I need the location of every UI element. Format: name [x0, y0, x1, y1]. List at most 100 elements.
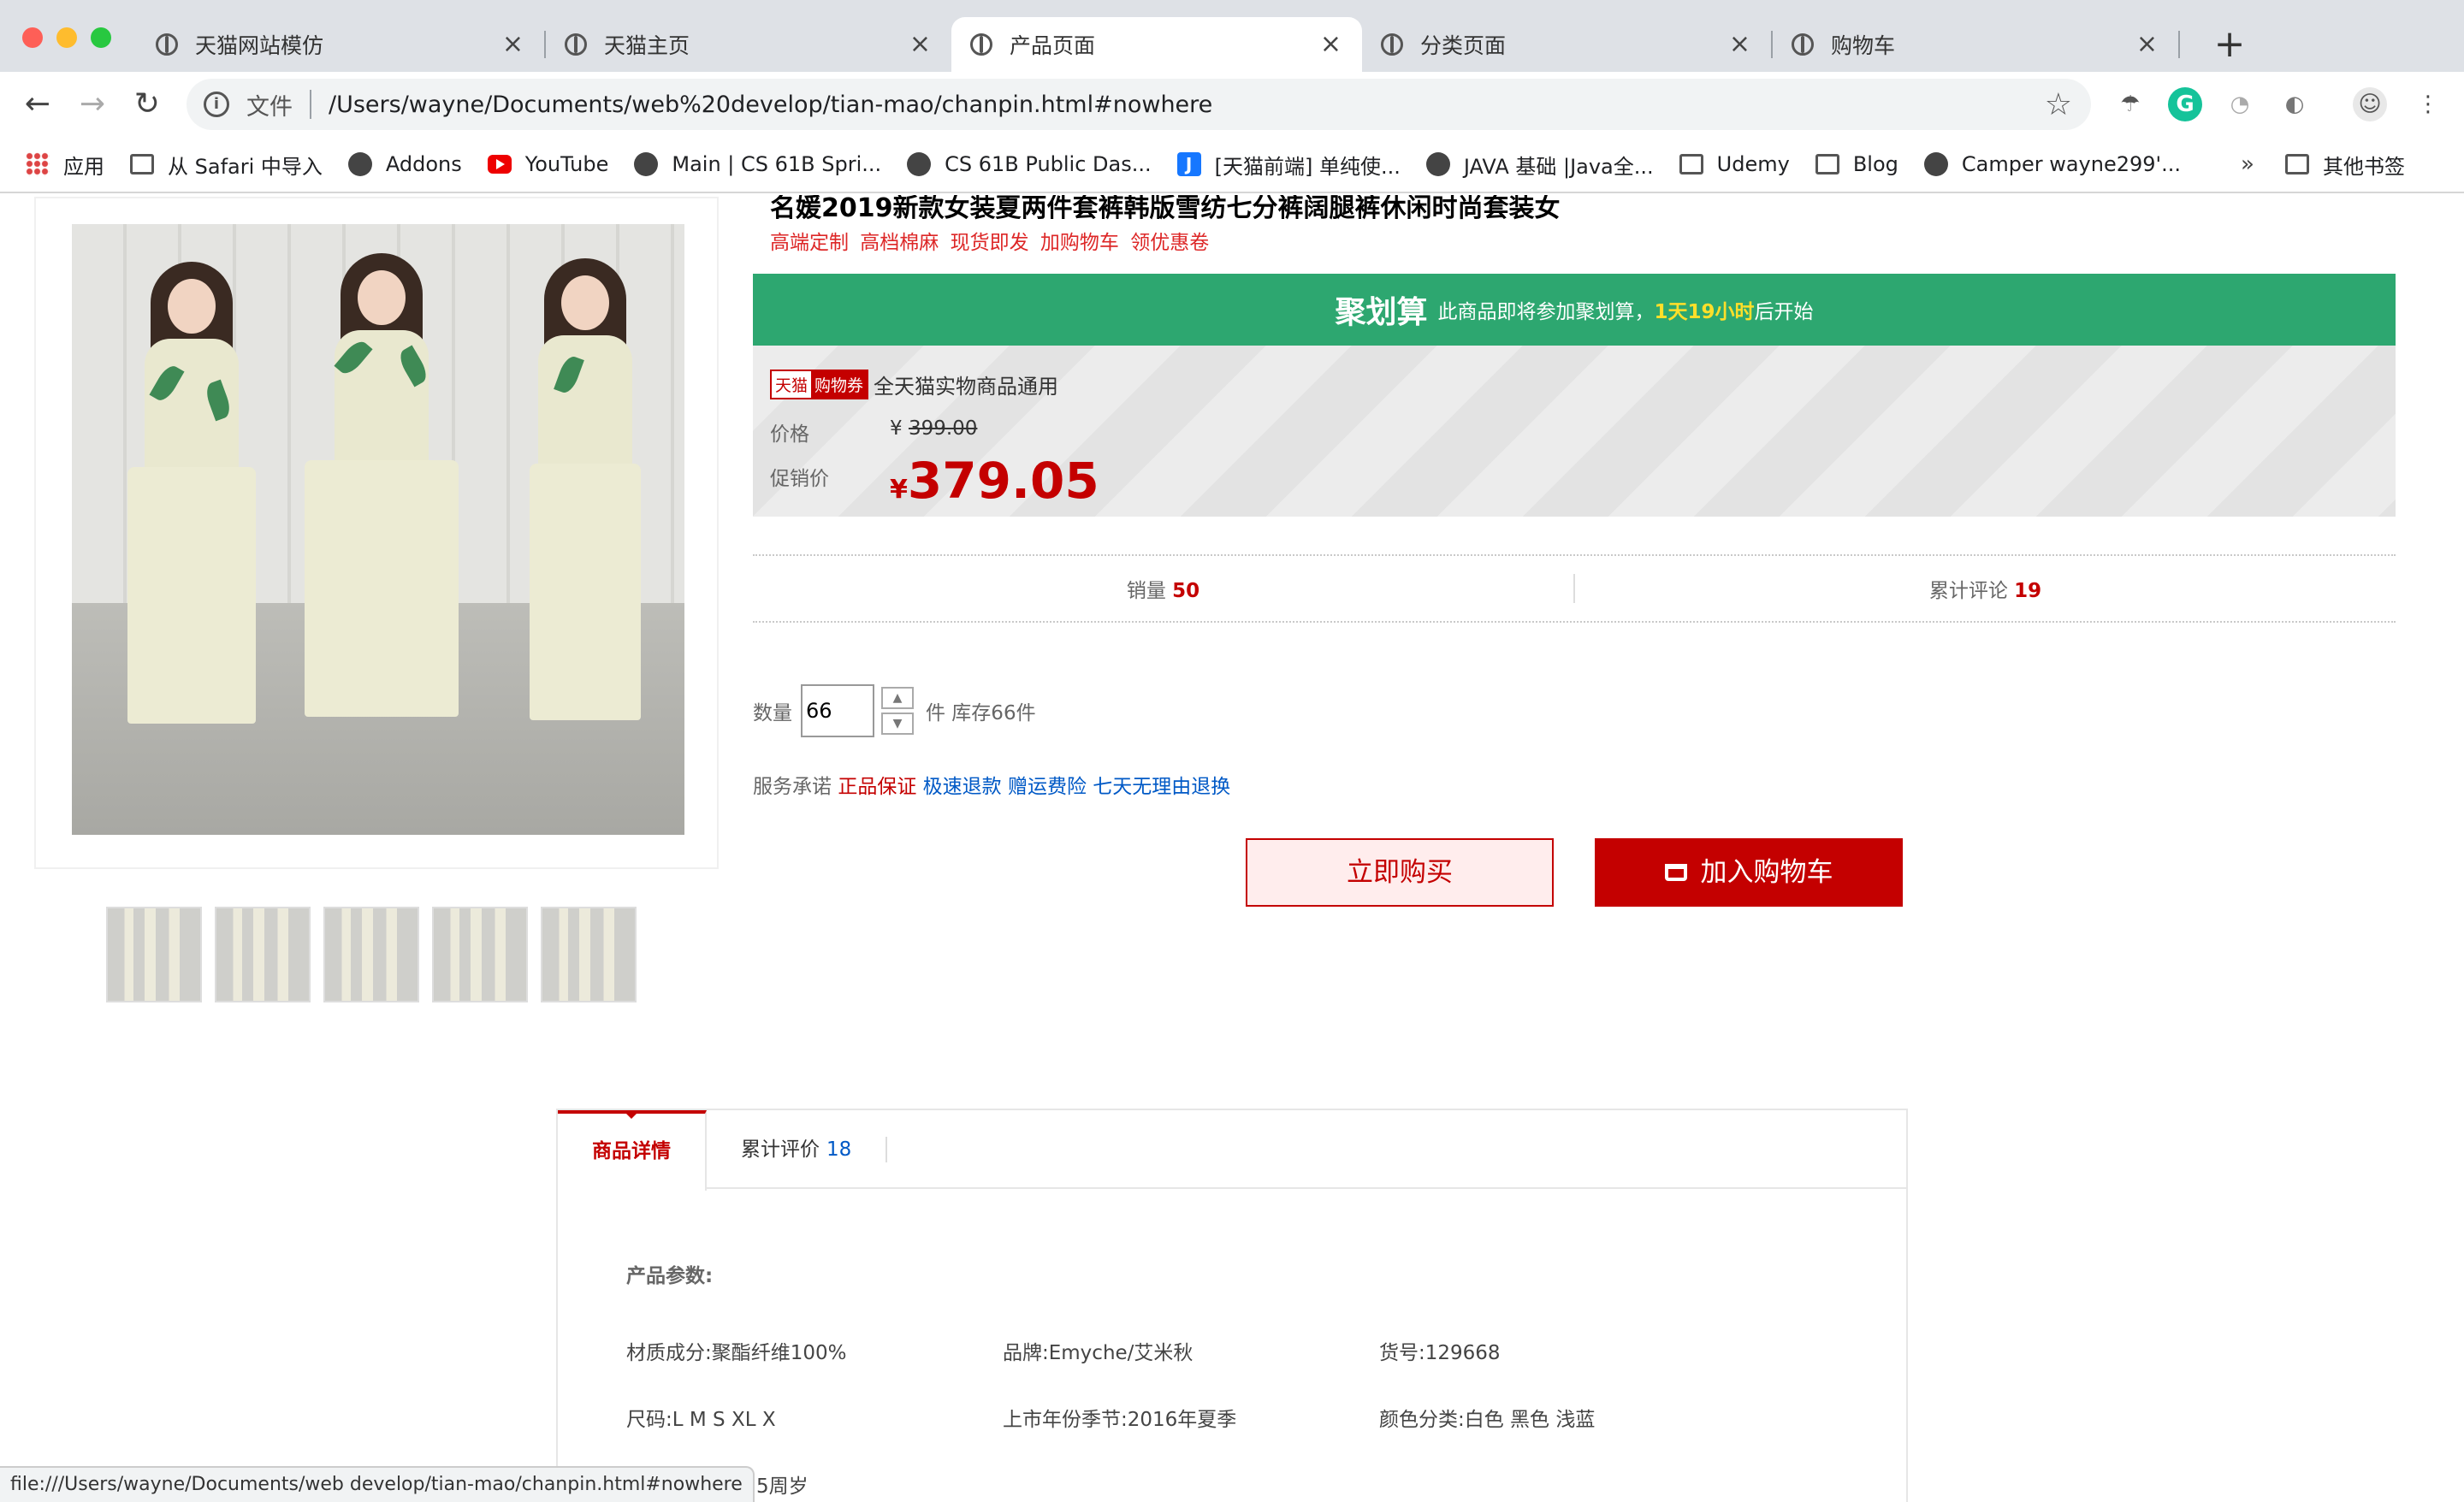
browser-tab[interactable]: 购物车 × [1773, 17, 2178, 72]
bookmark-item[interactable]: YouTube [487, 152, 608, 176]
bookmark-item[interactable]: Main | CS 61B Spri... [634, 152, 881, 176]
service-item[interactable]: 七天无理由退换 [1093, 776, 1230, 798]
param-item: 品牌:Emyche/艾米秋 [1003, 1342, 1194, 1364]
browser-tab-active[interactable]: 产品页面 × [951, 17, 1362, 72]
param-item: 尺码:L M S XL X [626, 1409, 776, 1431]
quantity-stepper: ▲ ▼ [881, 685, 914, 736]
tab-divider [2178, 31, 2180, 58]
tab-close-icon[interactable]: × [2136, 32, 2158, 57]
new-tab-button[interactable]: + [2204, 19, 2255, 70]
chevron-down-icon[interactable]: ▼ [881, 713, 914, 735]
service-item[interactable]: 赠运费险 [1008, 776, 1087, 798]
sales-stats: 销量 50 累计评论 19 [753, 554, 2396, 623]
promo-price: ¥379.05 [890, 452, 1099, 510]
back-arrow-icon[interactable]: ← [17, 84, 58, 125]
browser-toolbar: ← → ↻ i 文件 /Users/wayne/Documents/web%20… [0, 72, 2464, 137]
param-item: 上市年份季节:2016年夏季 [1003, 1409, 1237, 1431]
detail-tabs: 商品详情 累计评价 18 [558, 1110, 1906, 1191]
bookmark-item[interactable]: Blog [1815, 152, 1898, 176]
menu-kebab-icon[interactable]: ⋮ [2411, 87, 2445, 121]
apps-icon [26, 152, 50, 176]
browser-tab[interactable]: 天猫主页 × [546, 17, 951, 72]
bookmarks-bar: 应用 从 Safari 中导入 Addons YouTube Main | CS… [0, 137, 2464, 193]
globe-icon [156, 33, 178, 56]
juhuasuan-banner: 聚划算 此商品即将参加聚划算， 1天19小时 后开始 [753, 274, 2396, 346]
product-title: 名媛2019新款女装夏两件套裤韩版雪纺七分裤阔腿裤休闲时尚套装女 [770, 195, 1561, 223]
globe-icon [907, 152, 932, 176]
status-bar-url: file:///Users/wayne/Documents/web develo… [0, 1466, 755, 1502]
param-item: 颜色分类:白色 黑色 浅蓝 [1379, 1409, 1596, 1431]
tab-divider [886, 1137, 888, 1162]
other-bookmarks-folder[interactable]: 其他书签 [2284, 150, 2405, 180]
thumbnail-image[interactable] [323, 907, 419, 1002]
thumbnail-image[interactable] [541, 907, 637, 1002]
thumbnail-image[interactable] [432, 907, 528, 1002]
tab-product-details[interactable]: 商品详情 [558, 1110, 707, 1191]
coupon-row: 天猫 购物券 全天猫实物商品通用 [770, 370, 1058, 399]
bookmarks-overflow-button[interactable]: » [2241, 151, 2254, 177]
bookmark-item[interactable]: Addons [347, 152, 462, 176]
add-to-cart-button[interactable]: 加入购物车 [1595, 838, 1903, 907]
minimize-window-button[interactable] [56, 27, 77, 48]
globe-icon [634, 152, 659, 176]
close-window-button[interactable] [22, 27, 43, 48]
bookmark-star-icon[interactable]: ☆ [2045, 87, 2072, 122]
model-figure [500, 236, 671, 835]
browser-tab[interactable]: 分类页面 × [1362, 17, 1771, 72]
service-item[interactable]: 极速退款 [923, 776, 1002, 798]
juhuasuan-text: 此商品即将参加聚划算， [1437, 301, 1655, 323]
address-scheme-label: 文件 [246, 93, 293, 121]
bookmark-item[interactable]: Udemy [1679, 152, 1790, 176]
bookmark-item[interactable]: JAVA 基础 |Java全... [1425, 150, 1654, 180]
product-detail-panel: 商品详情 累计评价 18 产品参数: 材质成分:聚酯纤维100% 品牌:Emych… [556, 1109, 1908, 1502]
extension-parachute-icon[interactable]: ☂ [2113, 87, 2147, 121]
extension-moon-icon[interactable]: ◐ [2277, 87, 2312, 121]
original-price: ¥ 399.00 [890, 417, 978, 440]
tab-reviews[interactable]: 累计评价 18 [707, 1110, 886, 1189]
model-figure [296, 236, 467, 835]
zoom-window-button[interactable] [91, 27, 111, 48]
quantity-row: 数量 66 ▲ ▼ 件 库存66件 [753, 684, 1036, 737]
bookmark-item[interactable]: 应用 [26, 150, 104, 180]
chevron-up-icon[interactable]: ▲ [881, 687, 914, 709]
coupon-badge: 天猫 购物券 [770, 370, 869, 399]
globe-icon [1381, 33, 1403, 56]
product-page: 名媛2019新款女装夏两件套裤韩版雪纺七分裤阔腿裤休闲时尚套装女 高端定制 高档… [0, 195, 2464, 1502]
param-item: 货号:129668 [1379, 1342, 1501, 1364]
folder-icon [1815, 154, 1839, 174]
address-bar[interactable]: i 文件 /Users/wayne/Documents/web%20develo… [187, 79, 2091, 130]
extension-gauge-icon[interactable]: ◔ [2223, 87, 2257, 121]
tab-close-icon[interactable]: × [1320, 32, 1342, 57]
juhuasuan-text-after: 后开始 [1754, 301, 1814, 323]
thumbnail-image[interactable] [106, 907, 202, 1002]
reload-icon[interactable]: ↻ [127, 84, 168, 125]
model-figure [106, 236, 277, 835]
browser-tab[interactable]: 天猫网站模仿 × [137, 17, 544, 72]
profile-avatar[interactable]: ☺ [2353, 87, 2387, 121]
thumbnail-image[interactable] [215, 907, 311, 1002]
info-icon[interactable]: i [204, 92, 229, 117]
forward-arrow-icon[interactable]: → [72, 84, 113, 125]
tab-close-icon[interactable]: × [909, 32, 931, 57]
buy-now-button[interactable]: 立即购买 [1246, 838, 1554, 907]
globe-icon [347, 152, 372, 176]
quantity-input[interactable]: 66 [801, 684, 874, 737]
bookmark-item[interactable]: 从 Safari 中导入 [130, 150, 323, 180]
address-url[interactable]: /Users/wayne/Documents/web%20develop/tia… [329, 92, 2045, 118]
folder-icon [2284, 154, 2309, 174]
bookmark-item[interactable]: CS 61B Public Das... [907, 152, 1152, 176]
product-main-image [72, 224, 684, 835]
grammarly-icon[interactable]: G [2168, 87, 2202, 121]
bookmark-item[interactable]: J [天猫前端] 单纯使... [1176, 150, 1401, 180]
stock-text: 件 库存66件 [926, 702, 1036, 724]
globe-icon [1792, 33, 1814, 56]
bookmark-item[interactable]: Camper wayne299'... [1923, 152, 2181, 176]
service-label: 服务承诺 [753, 776, 832, 798]
tab-close-icon[interactable]: × [1729, 32, 1750, 57]
thumbnail-strip [106, 907, 649, 1002]
tab-close-icon[interactable]: × [502, 32, 524, 57]
service-item[interactable]: 正品保证 [838, 776, 916, 798]
folder-icon [130, 154, 154, 174]
juhuasuan-brand: 聚划算 [1335, 295, 1428, 330]
service-promise: 服务承诺 正品保证 极速退款 赠运费险 七天无理由退换 [753, 770, 1230, 799]
